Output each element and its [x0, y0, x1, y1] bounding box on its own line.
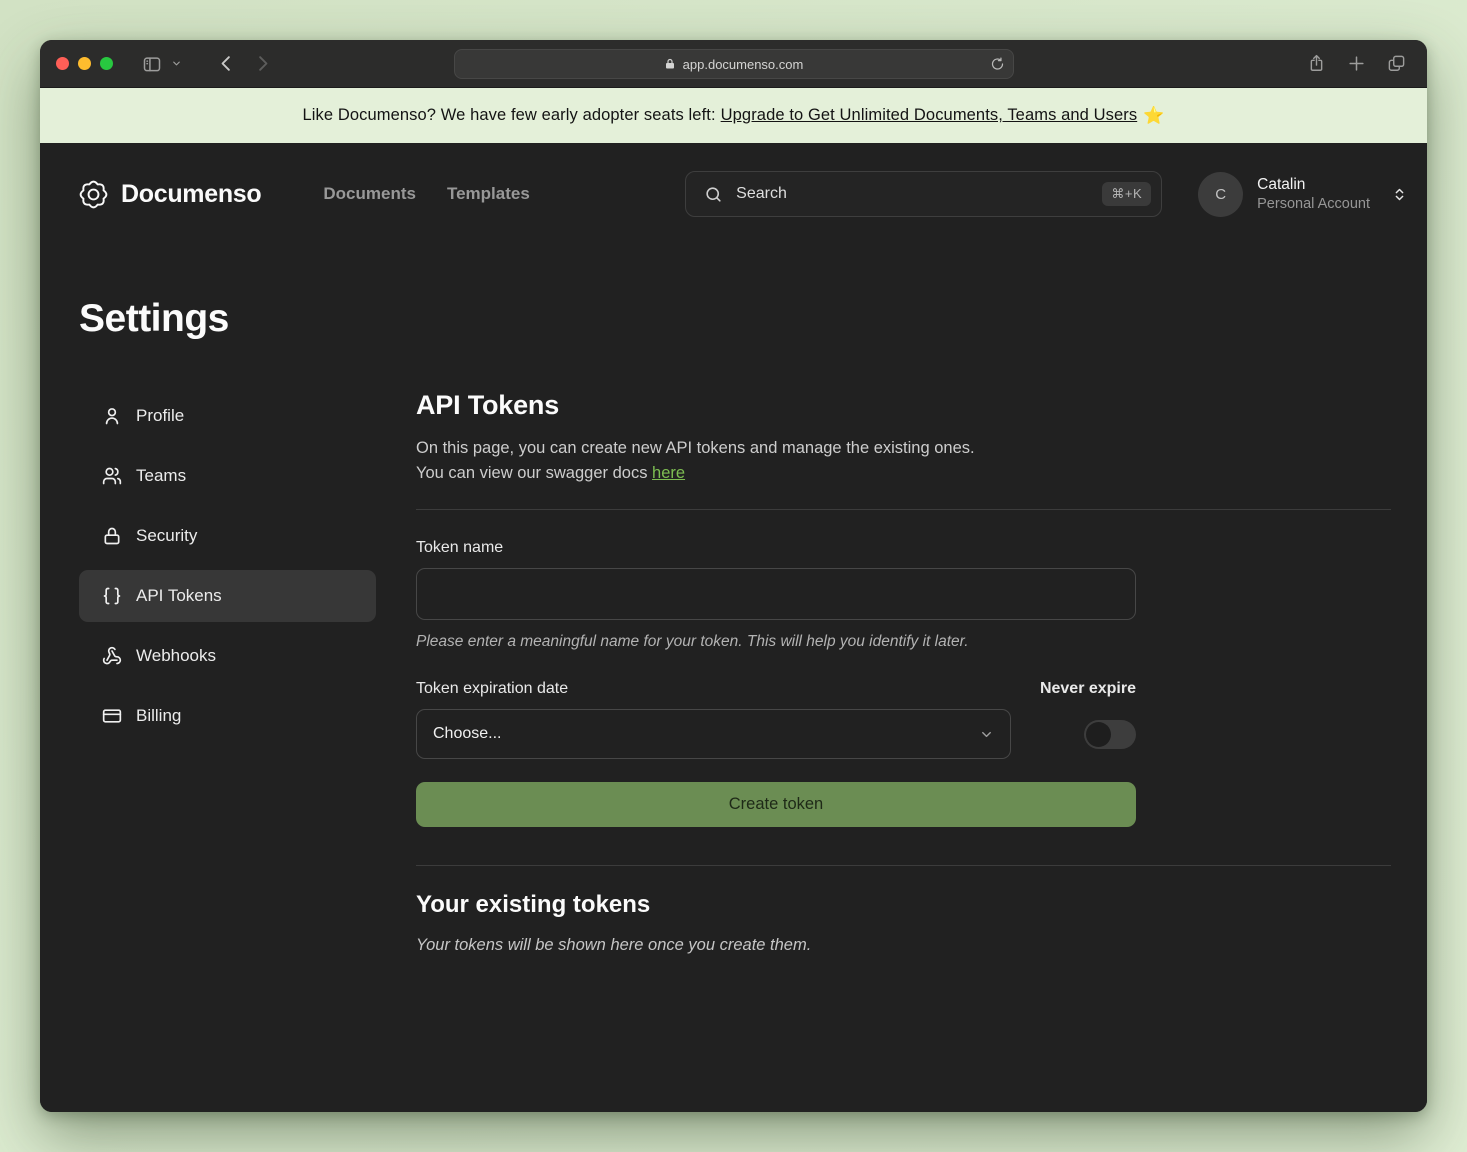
tab-overview-icon[interactable]: [1381, 49, 1411, 79]
browser-window: app.documenso.com Like Documenso? We hav…: [40, 40, 1427, 1112]
expiration-select[interactable]: Choose...: [416, 709, 1011, 759]
existing-tokens-heading: Your existing tokens: [416, 891, 1391, 919]
app-header: Documenso Documents Templates Search ⌘+K…: [40, 143, 1427, 245]
sidebar-item-label: Security: [136, 526, 197, 546]
search-input[interactable]: Search ⌘+K: [685, 171, 1162, 217]
url-text: app.documenso.com: [683, 57, 804, 72]
description-line-1: On this page, you can create new API tok…: [416, 436, 1391, 461]
main-nav: Documents Templates: [323, 184, 529, 204]
chevron-down-icon: [979, 727, 994, 742]
sidebar-item-label: Webhooks: [136, 646, 216, 666]
account-name: Catalin: [1257, 175, 1370, 195]
browser-toolbar: app.documenso.com: [40, 40, 1427, 88]
account-menu[interactable]: C Catalin Personal Account: [1198, 172, 1407, 217]
never-expire-label: Never expire: [1040, 680, 1136, 698]
settings-sidebar: Profile Teams Security: [79, 390, 376, 955]
avatar: C: [1198, 172, 1243, 217]
new-tab-icon[interactable]: [1341, 49, 1371, 79]
sidebar-item-billing[interactable]: Billing: [79, 690, 376, 742]
user-icon: [101, 406, 122, 426]
description-line-2: You can view our swagger docs here: [416, 461, 1391, 486]
credit-card-icon: [101, 706, 122, 726]
sidebar-item-label: Billing: [136, 706, 181, 726]
forward-button[interactable]: [247, 49, 277, 79]
search-shortcut-badge: ⌘+K: [1102, 182, 1151, 206]
minimize-window-button[interactable]: [78, 57, 91, 70]
share-icon[interactable]: [1301, 49, 1331, 79]
brand-name: Documenso: [121, 180, 261, 209]
window-controls: [56, 57, 113, 70]
app-content: Documenso Documents Templates Search ⌘+K…: [40, 143, 1427, 1112]
star-icon: ⭐: [1143, 106, 1164, 126]
sidebar-item-teams[interactable]: Teams: [79, 450, 376, 502]
token-name-label: Token name: [416, 539, 1391, 557]
sidebar-item-security[interactable]: Security: [79, 510, 376, 562]
back-button[interactable]: [211, 49, 241, 79]
sidebar-item-label: Teams: [136, 466, 186, 486]
divider: [416, 865, 1391, 866]
toggle-knob: [1086, 722, 1111, 747]
webhook-icon: [101, 646, 122, 666]
zoom-window-button[interactable]: [100, 57, 113, 70]
promo-text: Like Documenso? We have few early adopte…: [303, 106, 716, 125]
close-window-button[interactable]: [56, 57, 69, 70]
expiration-select-value: Choose...: [433, 725, 501, 743]
sidebar-item-api-tokens[interactable]: API Tokens: [79, 570, 376, 622]
address-bar[interactable]: app.documenso.com: [454, 49, 1014, 79]
api-tokens-section: API Tokens On this page, you can create …: [416, 390, 1391, 955]
chevrons-up-down-icon: [1392, 187, 1407, 202]
token-name-input[interactable]: [416, 568, 1136, 620]
upgrade-link[interactable]: Upgrade to Get Unlimited Documents, Team…: [721, 106, 1138, 125]
sidebar-item-label: API Tokens: [136, 586, 222, 606]
page-title: Settings: [79, 297, 1388, 341]
section-title: API Tokens: [416, 390, 1391, 421]
refresh-icon[interactable]: [990, 57, 1005, 72]
lock-icon: [101, 526, 122, 546]
sidebar-item-webhooks[interactable]: Webhooks: [79, 630, 376, 682]
token-name-helper: Please enter a meaningful name for your …: [416, 633, 1391, 651]
existing-tokens-empty-text: Your tokens will be shown here once you …: [416, 936, 1391, 955]
expiration-label: Token expiration date: [416, 680, 568, 698]
braces-icon: [101, 586, 122, 606]
ssl-lock-icon: [664, 58, 676, 70]
account-type: Personal Account: [1257, 195, 1370, 214]
brand[interactable]: Documenso: [79, 180, 261, 209]
users-icon: [101, 466, 122, 486]
section-description: On this page, you can create new API tok…: [416, 436, 1391, 486]
documenso-logo-icon: [79, 180, 108, 209]
never-expire-toggle[interactable]: [1084, 720, 1136, 749]
nav-documents[interactable]: Documents: [323, 184, 416, 204]
search-placeholder: Search: [736, 185, 1089, 203]
nav-templates[interactable]: Templates: [447, 184, 530, 204]
sidebar-chevron-down-icon[interactable]: [167, 49, 185, 79]
search-icon: [704, 185, 723, 204]
divider: [416, 509, 1391, 510]
sidebar-toggle-icon[interactable]: [137, 49, 167, 79]
promo-banner: Like Documenso? We have few early adopte…: [40, 88, 1427, 143]
create-token-button[interactable]: Create token: [416, 782, 1136, 827]
sidebar-item-profile[interactable]: Profile: [79, 390, 376, 442]
swagger-docs-link[interactable]: here: [652, 464, 685, 482]
sidebar-item-label: Profile: [136, 406, 184, 426]
